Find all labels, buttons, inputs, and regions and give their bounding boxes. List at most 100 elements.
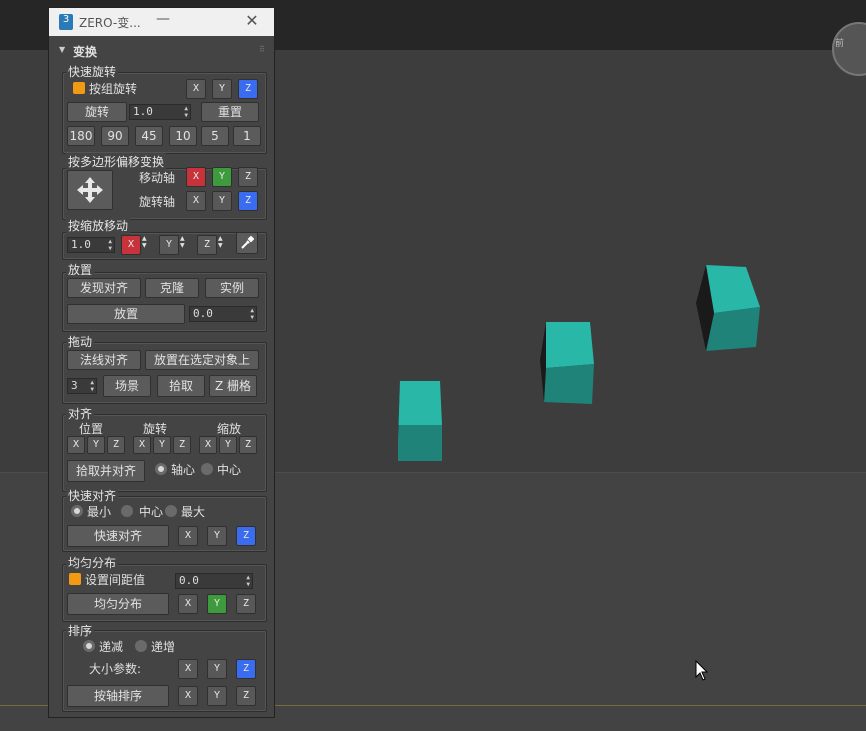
scale-move-axis-y[interactable]: Y	[159, 235, 179, 255]
quick-center-radio[interactable]	[121, 505, 133, 517]
rotate-axis-z[interactable]: Z	[238, 191, 258, 211]
scale-move-value: 1.0	[71, 238, 91, 251]
quick-rotate-axis-z[interactable]: Z	[238, 79, 258, 99]
angle-45-button[interactable]: 45	[135, 126, 163, 146]
normal-align-button[interactable]: 法线对齐	[67, 350, 141, 370]
spinner-arrows-icon[interactable]: ▲ ▼	[250, 307, 254, 321]
find-align-button[interactable]: 发现对齐	[67, 278, 141, 298]
spacing-value-spinner[interactable]: 0.0 ▲ ▼	[175, 573, 253, 589]
spinner-arrows-icon[interactable]: ▲ ▼	[180, 235, 185, 249]
size-param-axis-x[interactable]: X	[178, 659, 198, 679]
spinner-arrows-icon[interactable]: ▲ ▼	[246, 574, 250, 588]
pivot-radio[interactable]	[155, 463, 167, 475]
instance-button[interactable]: 实例	[205, 278, 259, 298]
group-label-scale-move: 按缩放移动	[66, 217, 131, 234]
move-axis-z[interactable]: Z	[238, 167, 258, 187]
spinner-arrows-icon[interactable]: ▲ ▼	[90, 379, 94, 393]
distribute-axis-y[interactable]: Y	[207, 594, 227, 614]
clone-button[interactable]: 克隆	[145, 278, 199, 298]
place-button[interactable]: 放置	[67, 304, 185, 324]
set-spacing-label: 设置间距值	[85, 573, 146, 587]
move-axis-x[interactable]: X	[186, 167, 206, 187]
quick-align-axis-x[interactable]: X	[178, 526, 198, 546]
angle-1-button[interactable]: 1	[233, 126, 261, 146]
group-label-poly-offset: 按多边形偏移变换	[66, 153, 167, 170]
scale-move-axis-z[interactable]: Z	[197, 235, 217, 255]
minimize-button[interactable]: —	[153, 11, 173, 31]
grip-icon[interactable]: ⠿	[259, 45, 265, 54]
teal-cube-1[interactable]	[396, 379, 444, 463]
sort-axis-z[interactable]: Z	[236, 686, 256, 706]
rotate-button[interactable]: 旋转	[67, 102, 127, 122]
rotate-axis-y[interactable]: Y	[212, 191, 232, 211]
teal-cube-3[interactable]	[694, 263, 764, 355]
move-axis-y[interactable]: Y	[212, 167, 232, 187]
rotate-value-spinner[interactable]: 1.0 ▲ ▼	[129, 104, 191, 120]
place-on-selected-button[interactable]: 放置在选定对象上	[145, 350, 259, 370]
distribute-button[interactable]: 均匀分布	[67, 593, 169, 615]
max-label: 最大	[181, 505, 206, 519]
align-pos-x[interactable]: X	[67, 436, 85, 454]
spinner-arrows-icon[interactable]: ▲ ▼	[184, 105, 188, 119]
align-position-label: 位置	[79, 422, 104, 436]
reset-button[interactable]: 重置	[201, 102, 259, 122]
size-param-axis-z[interactable]: Z	[236, 659, 256, 679]
align-rot-z[interactable]: Z	[173, 436, 191, 454]
teal-cube-2[interactable]	[540, 320, 598, 408]
spinner-arrows-icon[interactable]: ▲ ▼	[108, 238, 112, 252]
align-rot-x[interactable]: X	[133, 436, 151, 454]
scale-move-axis-x[interactable]: X	[121, 235, 141, 255]
align-rot-y[interactable]: Y	[153, 436, 171, 454]
eyedropper-button[interactable]	[236, 232, 258, 254]
min-label: 最小	[87, 505, 112, 519]
align-pos-y[interactable]: Y	[87, 436, 105, 454]
center-radio[interactable]	[201, 463, 213, 475]
group-rotate-checkbox[interactable]	[73, 82, 85, 94]
distribute-axis-z[interactable]: Z	[236, 594, 256, 614]
rollout-collapse-icon[interactable]: ▼	[59, 45, 65, 54]
align-pos-z[interactable]: Z	[107, 436, 125, 454]
sort-axis-x[interactable]: X	[178, 686, 198, 706]
quick-center-label: 中心	[139, 505, 164, 519]
sort-axis-y[interactable]: Y	[207, 686, 227, 706]
rotate-axis-x[interactable]: X	[186, 191, 206, 211]
sort-by-axis-button[interactable]: 按轴排序	[67, 685, 169, 707]
spacing-value: 0.0	[179, 574, 199, 587]
spinner-arrows-icon[interactable]: ▲ ▼	[142, 235, 147, 249]
quick-rotate-axis-x[interactable]: X	[186, 79, 206, 99]
align-scale-z[interactable]: Z	[239, 436, 257, 454]
close-icon[interactable]: ✕	[241, 11, 263, 31]
angle-180-button[interactable]: 180	[67, 126, 95, 146]
angle-10-button[interactable]: 10	[169, 126, 197, 146]
align-scale-x[interactable]: X	[199, 436, 217, 454]
align-scale-y[interactable]: Y	[219, 436, 237, 454]
distribute-axis-x[interactable]: X	[178, 594, 198, 614]
max-radio[interactable]	[165, 505, 177, 517]
angle-5-button[interactable]: 5	[201, 126, 229, 146]
set-spacing-checkbox[interactable]	[69, 573, 81, 585]
place-value: 0.0	[193, 307, 213, 320]
min-radio[interactable]	[71, 505, 83, 517]
quick-align-axis-y[interactable]: Y	[207, 526, 227, 546]
size-param-axis-y[interactable]: Y	[207, 659, 227, 679]
descending-radio[interactable]	[83, 640, 95, 652]
pick-button[interactable]: 拾取	[157, 375, 205, 397]
zero-transform-panel[interactable]: 3 ZERO-变... — ✕ ▼ 变换 ⠿ 快速旋转 按组旋转 X Y Z 旋…	[48, 7, 275, 718]
spinner-arrows-icon[interactable]: ▲ ▼	[218, 235, 223, 249]
rollout-header[interactable]: ▼ 变换 ⠿	[53, 43, 270, 59]
3dsmax-app-icon: 3	[59, 14, 73, 30]
scene-button[interactable]: 场景	[103, 375, 151, 397]
ascending-radio[interactable]	[135, 640, 147, 652]
scale-move-spinner[interactable]: 1.0 ▲ ▼	[67, 237, 115, 253]
pick-align-button[interactable]: 拾取并对齐	[67, 460, 145, 482]
move-arrows-button[interactable]	[67, 170, 113, 210]
angle-90-button[interactable]: 90	[101, 126, 129, 146]
place-value-spinner[interactable]: 0.0 ▲ ▼	[189, 306, 257, 322]
quick-align-axis-z[interactable]: Z	[236, 526, 256, 546]
z-grid-button[interactable]: Z 栅格	[209, 375, 257, 397]
drag-count-spinner[interactable]: 3 ▲ ▼	[67, 378, 97, 394]
quick-align-button[interactable]: 快速对齐	[67, 525, 169, 547]
size-param-label: 大小参数:	[89, 662, 142, 676]
quick-rotate-axis-y[interactable]: Y	[212, 79, 232, 99]
panel-titlebar[interactable]: 3 ZERO-变... — ✕	[49, 8, 274, 36]
